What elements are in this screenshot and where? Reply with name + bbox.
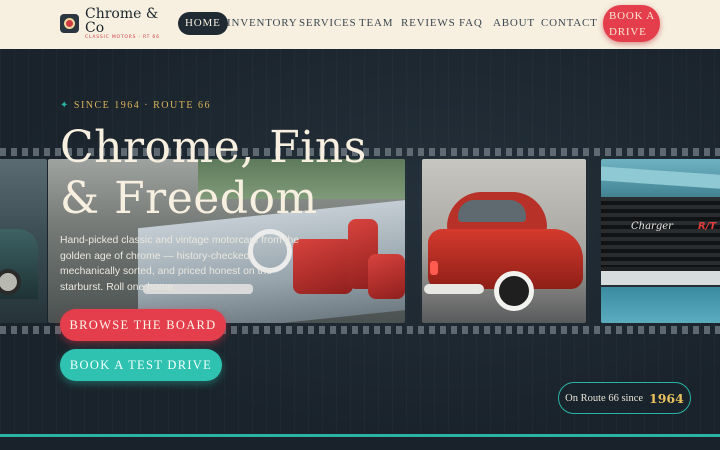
charger-script-emblem: Charger — [631, 221, 673, 232]
nav-contact[interactable]: CONTACT — [541, 17, 598, 29]
book-a-test-drive-button[interactable]: BOOK A TEST DRIVE — [60, 349, 222, 381]
nav-about[interactable]: ABOUT — [493, 17, 535, 29]
nav-home[interactable]: HOME — [178, 12, 228, 35]
nav-reviews[interactable]: REVIEWS — [401, 17, 455, 29]
top-navigation: Chrome & Co CLASSIC MOTORS · RT 66 HOME … — [0, 0, 720, 49]
badge-text: On Route 66 since — [565, 392, 644, 404]
logo-icon[interactable] — [60, 14, 79, 33]
sparkle-icon: ✦ — [60, 100, 70, 111]
headline-line-2: & Freedom — [60, 173, 318, 224]
brand-name[interactable]: Chrome & Co — [85, 7, 165, 35]
browse-the-board-button[interactable]: BROWSE THE BOARD — [60, 309, 226, 341]
nav-services[interactable]: SERVICES — [299, 17, 356, 29]
headline-line-1: Chrome, Fins — [60, 122, 367, 173]
hero-eyebrow: ✦ SINCE 1964 · ROUTE 66 — [60, 100, 211, 111]
nav-inventory[interactable]: INVENTORY — [227, 17, 298, 29]
gallery-photo-charger-grille[interactable]: Charger R/T — [601, 159, 720, 323]
book-a-drive-button[interactable]: BOOK A DRIVE — [603, 5, 660, 42]
brand-tagline: CLASSIC MOTORS · RT 66 — [85, 35, 160, 40]
gallery-photo-red-thunderbird[interactable] — [422, 159, 586, 323]
nav-team[interactable]: TEAM — [359, 17, 393, 29]
gallery-photo-teal-car[interactable] — [0, 159, 47, 323]
rt-badge: R/T — [698, 221, 717, 232]
nav-faq[interactable]: FAQ — [459, 17, 483, 29]
hero-description: Hand-picked classic and vintage motorcar… — [60, 235, 300, 293]
since-1964-badge: On Route 66 since 1964 — [558, 382, 691, 414]
hero-headline: Chrome, Fins & Freedom — [60, 122, 380, 224]
next-section-edge — [0, 437, 720, 450]
badge-year: 1964 — [649, 390, 684, 406]
eyebrow-text: SINCE 1964 · ROUTE 66 — [73, 100, 211, 111]
